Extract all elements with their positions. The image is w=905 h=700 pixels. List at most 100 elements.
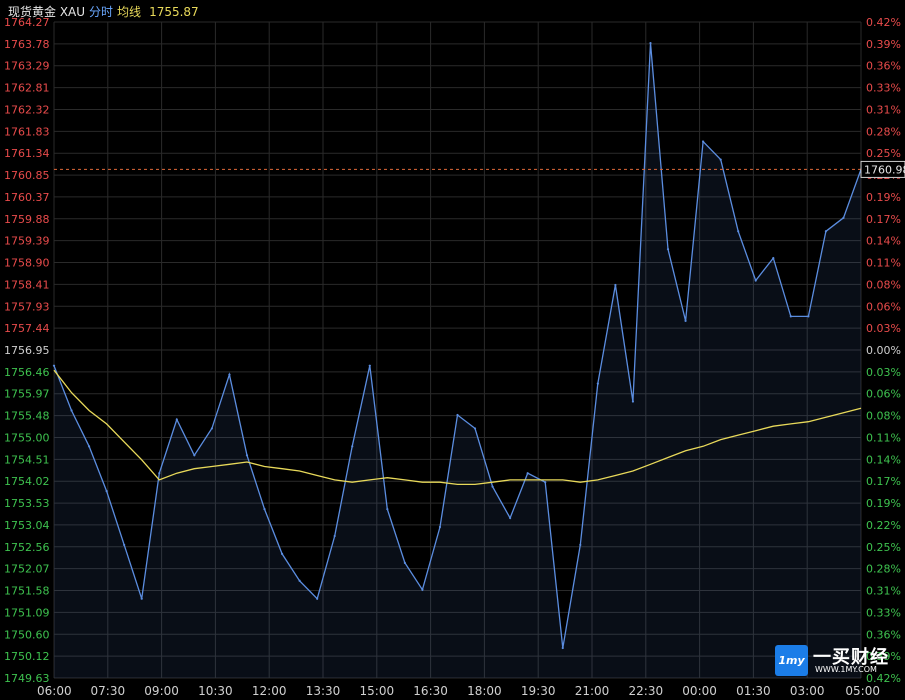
mode-label[interactable]: 分时	[89, 5, 113, 19]
x-tick-label: 07:30	[91, 684, 126, 698]
price-point	[438, 525, 442, 529]
price-point	[842, 216, 845, 219]
pct-tick-label: 0.06%	[866, 388, 901, 401]
price-point	[140, 597, 143, 600]
price-point	[702, 140, 705, 143]
avg-line-label: 均线	[117, 5, 142, 19]
pct-tick-label: 0.08%	[866, 278, 901, 291]
price-point	[509, 516, 512, 520]
price-point	[386, 507, 389, 511]
price-point	[614, 283, 617, 287]
price-point	[193, 454, 196, 457]
pct-tick-label: 0.17%	[866, 213, 901, 226]
pct-tick-label: 0.14%	[866, 235, 901, 248]
y-tick-label: 1759.39	[4, 235, 50, 248]
price-point	[526, 472, 529, 475]
price-point	[298, 579, 301, 582]
price-point	[666, 248, 670, 251]
price-point	[87, 445, 91, 448]
x-tick-label: 03:00	[790, 684, 825, 698]
price-point	[245, 454, 249, 457]
pct-tick-label: 0.36%	[866, 628, 901, 641]
price-point	[807, 315, 810, 318]
price-point	[351, 445, 354, 448]
pct-tick-label: 0.19%	[866, 497, 901, 510]
pct-tick-label: 0.39%	[866, 38, 901, 51]
price-point	[737, 230, 740, 233]
pct-tick-label: 0.31%	[866, 585, 901, 598]
x-tick-label: 01:30	[736, 684, 771, 698]
price-point	[158, 472, 161, 475]
price-point	[105, 490, 108, 493]
pct-tick-label: 0.33%	[866, 606, 901, 619]
x-tick-label: 05:00	[845, 684, 880, 698]
price-point	[210, 427, 213, 430]
price-point	[561, 646, 564, 650]
price-point	[456, 413, 459, 417]
pct-tick-label: 0.11%	[866, 431, 901, 444]
y-tick-label: 1751.58	[4, 585, 50, 598]
pct-tick-label: 0.28%	[866, 125, 901, 138]
pct-tick-label: 0.06%	[866, 300, 901, 313]
pct-tick-label: 0.14%	[866, 453, 901, 466]
y-tick-label: 1754.51	[4, 453, 50, 466]
y-tick-label: 1754.02	[4, 475, 50, 488]
pct-tick-label: 0.28%	[866, 563, 901, 576]
x-tick-label: 19:30	[521, 684, 556, 698]
y-tick-label: 1755.97	[4, 388, 50, 401]
pct-tick-label: 0.25%	[866, 541, 901, 554]
pct-tick-label: 0.00%	[866, 344, 901, 357]
pct-tick-label: 0.03%	[866, 366, 901, 379]
y-tick-label: 1762.81	[4, 82, 50, 95]
y-tick-label: 1763.78	[4, 38, 50, 51]
y-tick-label: 1753.04	[4, 519, 50, 532]
x-tick-label: 09:00	[144, 684, 179, 698]
y-tick-label: 1755.00	[4, 431, 50, 444]
price-point	[263, 507, 266, 511]
price-point	[52, 364, 56, 367]
x-tick-label: 21:00	[575, 684, 610, 698]
price-point	[631, 400, 635, 403]
pct-tick-label: 0.19%	[866, 191, 901, 204]
price-point	[491, 485, 494, 488]
y-tick-label: 1756.95	[4, 344, 50, 357]
pct-tick-label: 0.31%	[866, 103, 901, 116]
y-tick-label: 1756.46	[4, 366, 50, 379]
x-tick-label: 18:00	[467, 684, 502, 698]
price-point	[579, 543, 582, 547]
avg-line-value: 1755.87	[149, 5, 199, 19]
y-tick-label: 1762.32	[4, 103, 50, 116]
price-point	[403, 561, 406, 564]
x-tick-label: 10:30	[198, 684, 233, 698]
intraday-chart[interactable]: 1764.27 0.42%1763.78 0.39%1763.29 0.36%1762…	[0, 0, 905, 700]
price-point	[772, 257, 775, 260]
price-point	[316, 597, 319, 600]
price-point	[719, 158, 722, 161]
price-point	[368, 364, 371, 367]
price-point	[333, 534, 336, 538]
logo-badge: 1my	[775, 645, 808, 676]
price-point	[824, 230, 828, 233]
pct-tick-label: 0.36%	[866, 60, 901, 73]
price-point	[473, 427, 477, 430]
price-point	[754, 279, 757, 282]
price-point	[123, 543, 126, 547]
pct-tick-label: 0.22%	[866, 519, 901, 532]
x-tick-label: 00:00	[682, 684, 717, 698]
price-point	[175, 418, 178, 421]
y-tick-label: 1750.60	[4, 628, 50, 641]
y-tick-label: 1757.44	[4, 322, 50, 335]
current-price-label: 1760.98	[864, 163, 905, 176]
brand-logo: 1my 一买财经 WWW.1MY.COM	[775, 643, 895, 681]
pct-tick-label: 0.11%	[866, 257, 901, 270]
x-tick-label: 12:00	[252, 684, 287, 698]
price-point	[421, 588, 424, 591]
price-area	[54, 43, 861, 679]
y-tick-label: 1752.07	[4, 563, 50, 576]
price-point	[596, 382, 599, 385]
y-tick-label: 1759.88	[4, 213, 50, 226]
y-tick-label: 1751.09	[4, 606, 50, 619]
x-tick-label: 13:30	[306, 684, 341, 698]
pct-tick-label: 0.08%	[866, 410, 901, 423]
symbol-label: 现货黄金 XAU	[8, 5, 86, 19]
